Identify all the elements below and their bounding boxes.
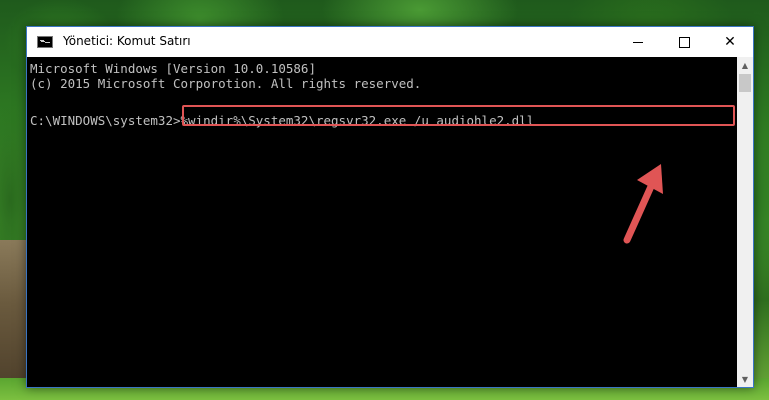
command-highlight-box [182, 105, 735, 126]
maximize-icon [678, 36, 690, 48]
console-prompt: C:\WINDOWS\system32> [30, 113, 181, 128]
scroll-down-icon[interactable]: ▼ [737, 371, 753, 387]
minimize-button[interactable] [615, 27, 661, 57]
console-line-copyright: (c) 2015 Microsoft Corporotion. All righ… [30, 76, 422, 91]
close-icon: ✕ [724, 34, 736, 50]
vertical-scrollbar[interactable]: ▲ ▼ [737, 57, 753, 387]
scroll-thumb[interactable] [739, 74, 751, 92]
cmd-app-icon [37, 36, 53, 48]
scroll-up-icon[interactable]: ▲ [737, 57, 753, 73]
console-line-version: Microsoft Windows [Version 10.0.10586] [30, 61, 316, 76]
close-button[interactable]: ✕ [707, 27, 753, 57]
red-arrow-icon [623, 164, 663, 244]
command-prompt-window: Yönetici: Komut Satırı ✕ Microsoft Windo… [26, 26, 754, 388]
title-bar[interactable]: Yönetici: Komut Satırı ✕ [27, 27, 753, 57]
maximize-button[interactable] [661, 27, 707, 57]
window-title: Yönetici: Komut Satırı [63, 34, 191, 48]
console-output[interactable]: Microsoft Windows [Version 10.0.10586] (… [27, 57, 737, 387]
minimize-icon [633, 41, 643, 43]
